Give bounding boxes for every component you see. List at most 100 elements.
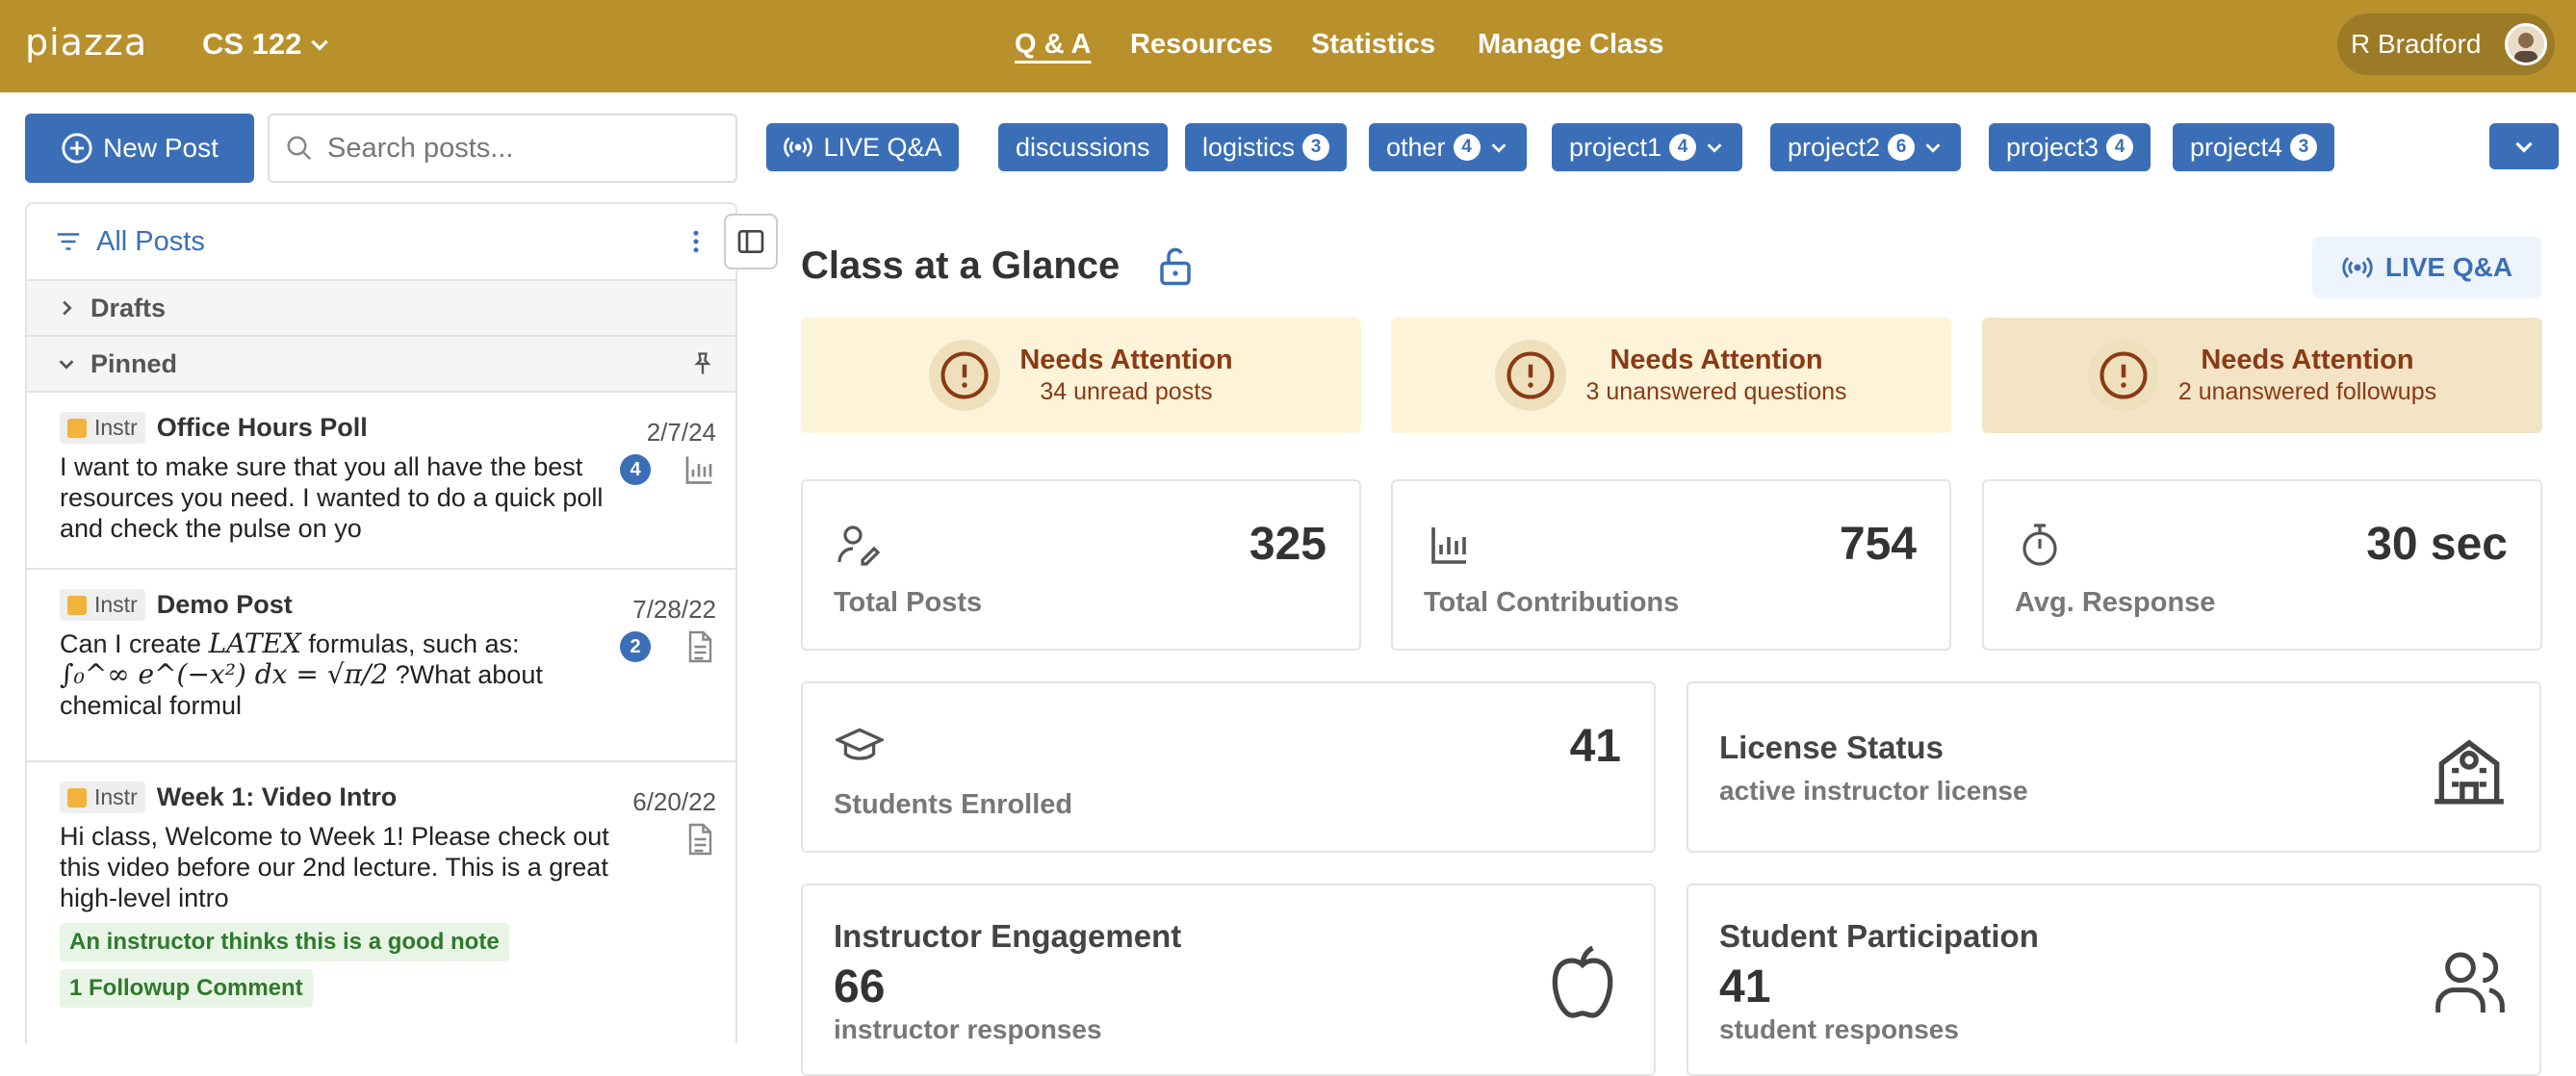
post-snippet: I want to make sure that you all have th… <box>60 452 604 543</box>
engagement-value: 66 <box>834 961 886 1012</box>
formula: ∫₀^∞ e^(−x²) dx = √π/2 <box>60 658 389 690</box>
user-menu[interactable]: R Bradford <box>2337 13 2555 75</box>
live-qa-label: LIVE Q&A <box>823 132 942 162</box>
user-name: R Bradford <box>2351 29 2482 59</box>
post-snippet: Can I create LATEX formulas, such as: ∫₀… <box>60 628 543 721</box>
unlock-icon[interactable] <box>1155 246 1196 287</box>
folder-count-badge: 6 <box>1888 134 1916 161</box>
good-note-badge: An instructor thinks this is a good note <box>60 923 509 961</box>
chevron-down-icon <box>1491 143 1506 153</box>
participation-value: 41 <box>1719 961 1771 1012</box>
stat-value: 41 <box>1569 721 1621 772</box>
nav-statistics[interactable]: Statistics <box>1311 29 1435 61</box>
live-qa-button[interactable]: LIVE Q&A <box>766 123 959 171</box>
users-icon <box>2435 952 2505 1012</box>
search-icon <box>287 136 312 161</box>
stat-value: 30 sec <box>2366 519 2508 570</box>
latex-logo: LATEX <box>208 628 301 659</box>
new-post-label: New Post <box>103 133 219 163</box>
course-selector[interactable]: CS 122 <box>202 27 332 62</box>
folder-label: other <box>1386 132 1446 162</box>
license-subtitle: active instructor license <box>1719 776 2028 806</box>
attention-subtitle: 3 unanswered questions <box>1585 378 1847 405</box>
attention-subtitle: 34 unread posts <box>1040 378 1213 405</box>
school-building-icon <box>2434 739 2504 805</box>
search-input[interactable] <box>325 131 710 166</box>
alert-circle-icon <box>1507 351 1556 399</box>
instructor-tag: Instr <box>60 412 145 444</box>
attention-card-followups[interactable]: Needs Attention 2 unanswered followups <box>1982 318 2542 433</box>
post-snippet: Hi class, Welcome to Week 1! Please chec… <box>60 822 609 912</box>
stat-value: 325 <box>1249 519 1327 570</box>
post-item[interactable]: Instr Demo Post 7/28/22 Can I create LAT… <box>27 568 735 760</box>
student-participation-card: Student Participation 41 student respons… <box>1687 884 2541 1076</box>
folder-chip-logistics[interactable]: logistics 3 <box>1185 123 1348 171</box>
all-posts-label: All Posts <box>96 225 205 257</box>
folder-chip-project4[interactable]: project4 3 <box>2173 123 2335 171</box>
stat-label: Total Contributions <box>1424 587 1680 618</box>
nav-manage-class[interactable]: Manage Class <box>1478 29 1663 61</box>
folder-label: project2 <box>1788 132 1881 162</box>
post-title: Demo Post <box>156 590 293 619</box>
nav-resources[interactable]: Resources <box>1130 29 1273 61</box>
post-item[interactable]: Instr Week 1: Video Intro 6/20/22 Hi cla… <box>27 760 735 1036</box>
avatar <box>2505 23 2547 65</box>
instructor-tag: Instr <box>60 781 145 813</box>
kebab-menu-icon[interactable] <box>682 227 710 256</box>
unread-count-badge: 4 <box>620 454 651 485</box>
bar-chart-icon <box>1431 527 1466 564</box>
stopwatch-icon <box>2022 524 2057 566</box>
post-title: Office Hours Poll <box>156 413 368 442</box>
filter-icon <box>57 233 80 250</box>
attention-card-unread[interactable]: Needs Attention 34 unread posts <box>801 318 1361 433</box>
chevron-down-icon <box>2515 141 2533 153</box>
course-name: CS 122 <box>202 27 302 61</box>
live-qa-main-button[interactable]: LIVE Q&A <box>2312 237 2541 298</box>
document-icon <box>688 630 712 663</box>
all-posts-filter[interactable]: All Posts <box>27 204 735 279</box>
new-post-button[interactable]: New Post <box>25 114 254 183</box>
folder-chip-discussions[interactable]: discussions <box>998 123 1168 171</box>
total-posts-card: 325 Total Posts <box>801 479 1361 651</box>
folder-chip-project2[interactable]: project2 6 <box>1770 123 1962 171</box>
piazza-logo[interactable]: piazza <box>25 21 147 64</box>
pinned-group[interactable]: Pinned <box>27 335 735 391</box>
unread-count-badge: 2 <box>620 631 651 662</box>
live-qa-label: LIVE Q&A <box>2384 252 2513 282</box>
folder-label: project3 <box>2006 132 2099 162</box>
attention-title: Needs Attention <box>2201 345 2414 375</box>
top-bar: piazza CS 122 Q & A Resources Statistics… <box>0 0 2576 92</box>
folder-count-badge: 4 <box>1453 134 1481 161</box>
alert-circle-icon <box>2099 351 2148 399</box>
post-list-sidebar: All Posts Drafts Pinned Instr Office Hou… <box>25 202 737 1043</box>
stat-label: Avg. Response <box>2015 587 2216 618</box>
chevron-right-icon <box>63 300 72 316</box>
drafts-group[interactable]: Drafts <box>27 279 735 335</box>
folder-label: project1 <box>1569 132 1662 162</box>
folder-count-badge: 4 <box>2106 134 2134 161</box>
attention-card-questions[interactable]: Needs Attention 3 unanswered questions <box>1391 318 1951 433</box>
folder-chip-other[interactable]: other 4 <box>1369 123 1527 171</box>
avg-response-card: 30 sec Avg. Response <box>1982 479 2542 651</box>
nav-qa[interactable]: Q & A <box>1015 29 1091 61</box>
folder-chip-project1[interactable]: project1 4 <box>1552 123 1743 171</box>
post-item[interactable]: Instr Office Hours Poll 2/7/24 I want to… <box>27 391 735 568</box>
stat-label: Total Posts <box>834 587 983 618</box>
stat-value: 754 <box>1839 519 1917 570</box>
license-title: License Status <box>1719 730 1944 765</box>
attention-title: Needs Attention <box>1019 345 1233 375</box>
user-edit-icon <box>837 525 881 566</box>
broadcast-icon <box>2342 257 2373 278</box>
search-box[interactable] <box>268 114 737 183</box>
instructor-tag: Instr <box>60 589 145 621</box>
chevron-down-icon <box>311 39 329 51</box>
participation-subtitle: student responses <box>1719 1014 1959 1044</box>
folder-count-badge: 3 <box>1302 134 1330 161</box>
apple-icon <box>1552 945 1613 1018</box>
folder-chip-project3[interactable]: project3 4 <box>1989 123 2151 171</box>
collapse-sidebar-button[interactable] <box>724 214 778 269</box>
participation-title: Student Participation <box>1719 918 2039 954</box>
folder-label: project4 <box>2190 132 2283 162</box>
more-folders-button[interactable] <box>2489 123 2559 169</box>
post-title: Week 1: Video Intro <box>156 782 398 811</box>
